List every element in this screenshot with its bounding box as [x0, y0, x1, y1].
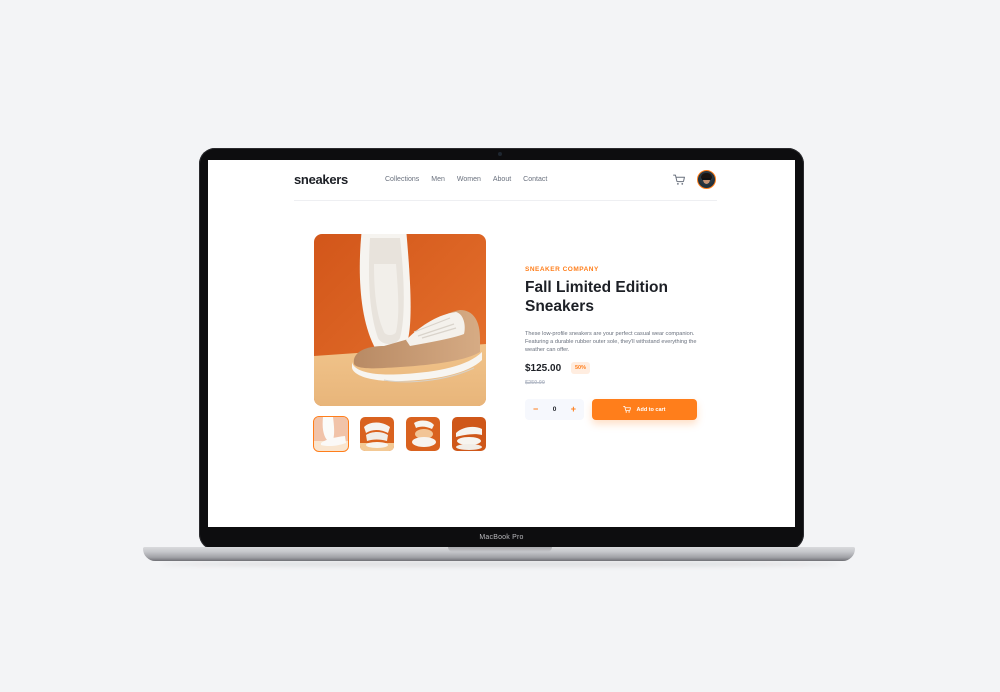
thumbnail-2[interactable]	[360, 417, 394, 451]
product-main-image[interactable]	[314, 234, 486, 406]
laptop-shadow	[160, 561, 840, 567]
add-to-cart-button[interactable]: Add to cart	[592, 399, 697, 420]
laptop-lid: sneakers Collections Men Women About Con…	[199, 148, 804, 550]
laptop-notch	[448, 547, 552, 552]
nav-men[interactable]: Men	[431, 176, 445, 183]
cart-icon	[623, 406, 632, 413]
nav-about[interactable]: About	[493, 176, 511, 183]
thumbnail-strip	[313, 416, 486, 452]
quantity-value: 0	[552, 406, 557, 413]
header-divider	[294, 200, 717, 201]
current-price: $125.00	[525, 363, 562, 374]
original-price: $250.00	[525, 380, 545, 386]
cart-icon[interactable]	[673, 174, 685, 186]
site-logo[interactable]: sneakers	[294, 172, 348, 187]
thumbnail-4-image	[452, 417, 486, 451]
minus-icon[interactable]: −	[533, 405, 538, 414]
nav-women[interactable]: Women	[457, 176, 481, 183]
plus-icon[interactable]: +	[571, 405, 576, 414]
avatar[interactable]	[697, 170, 716, 189]
thumbnail-3-image	[406, 417, 440, 451]
camera	[498, 152, 502, 156]
avatar-glasses	[702, 178, 711, 180]
quantity-stepper: − 0 +	[525, 399, 584, 420]
product-description: These low-profile sneakers are your perf…	[525, 331, 697, 353]
main-nav: Collections Men Women About Contact	[385, 176, 559, 183]
thumbnail-2-image	[360, 417, 394, 451]
browser-screen: sneakers Collections Men Women About Con…	[208, 160, 795, 527]
company-label: SNEAKER COMPANY	[525, 266, 599, 273]
nav-collections[interactable]: Collections	[385, 176, 419, 183]
discount-badge: 50%	[571, 362, 591, 374]
thumbnail-1-image	[314, 417, 348, 451]
thumbnail-4[interactable]	[452, 417, 486, 451]
model-label: MacBook Pro	[479, 534, 524, 541]
thumbnail-1[interactable]	[313, 416, 349, 452]
sneaker-photo	[314, 234, 486, 406]
nav-contact[interactable]: Contact	[523, 176, 547, 183]
product-title: Fall Limited Edition Sneakers	[525, 279, 668, 315]
thumbnail-3[interactable]	[406, 417, 440, 451]
add-to-cart-label: Add to cart	[636, 406, 666, 413]
